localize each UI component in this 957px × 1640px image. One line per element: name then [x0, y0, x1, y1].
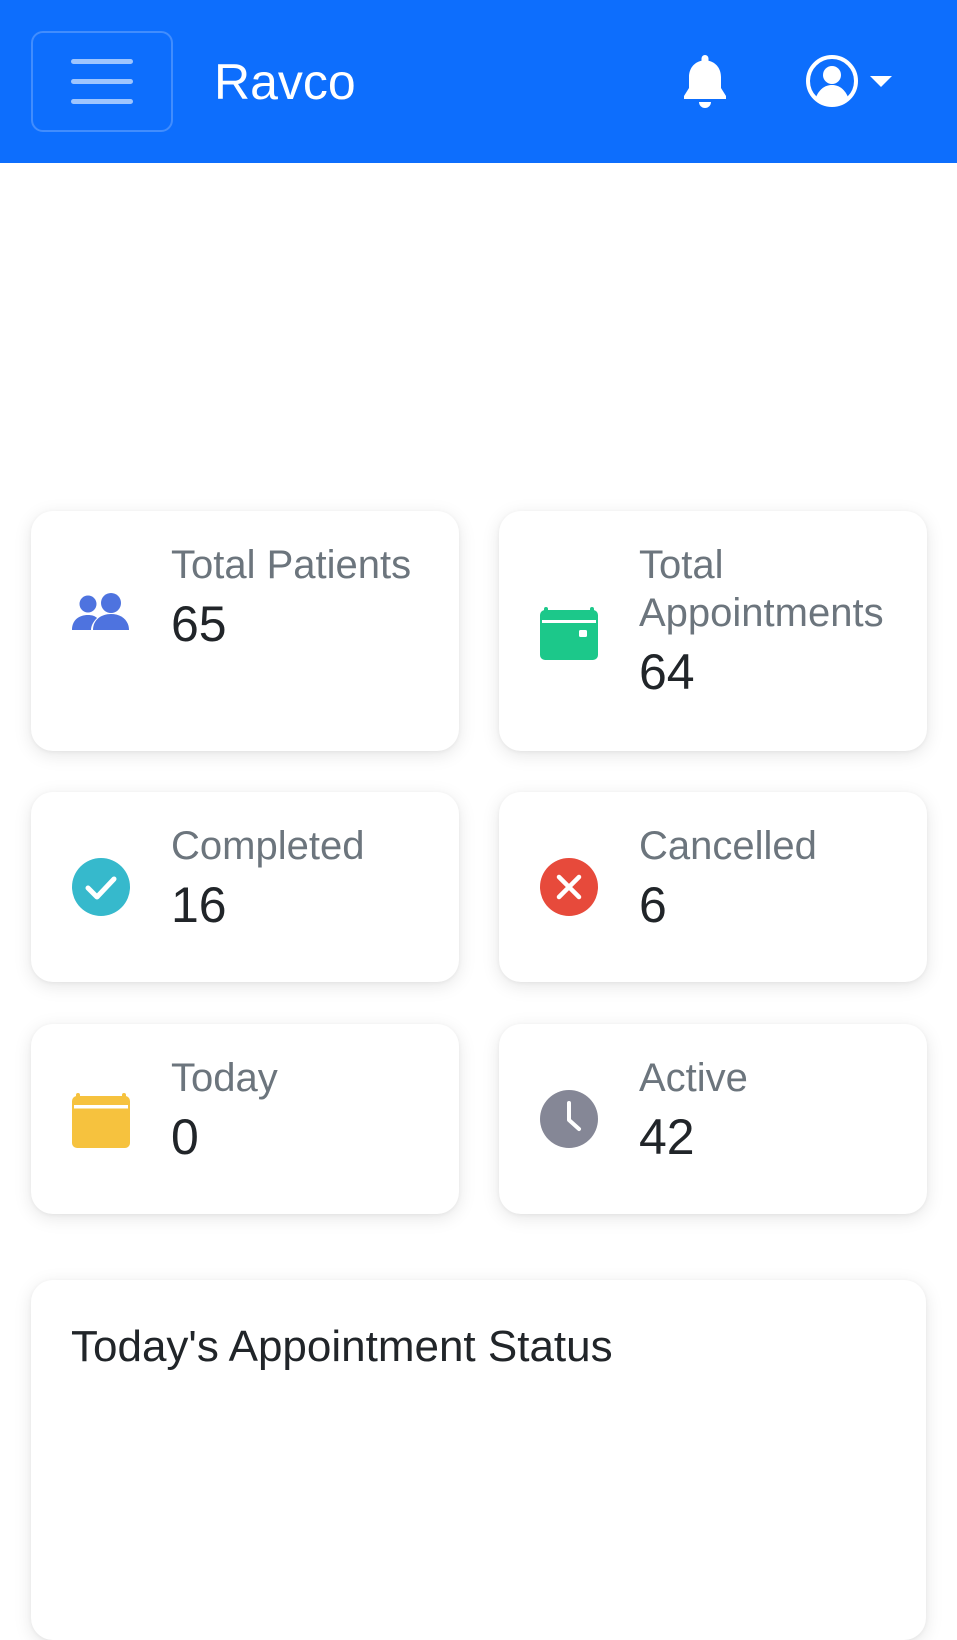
notifications-button[interactable] [680, 52, 730, 110]
stat-label: Active [639, 1056, 748, 1100]
stat-label: Total Appointments [639, 543, 884, 635]
stat-value: 0 [171, 1109, 199, 1165]
stat-value: 64 [639, 644, 695, 700]
hamburger-bar [71, 79, 133, 84]
stat-card-total-appointments[interactable]: Total Appointments 64 [499, 511, 927, 751]
stat-card-total-patients[interactable]: Total Patients 65 [31, 511, 459, 751]
section-title: Today's Appointment Status [71, 1322, 613, 1371]
calendar-icon [540, 607, 598, 660]
menu-toggle-button[interactable] [31, 31, 173, 132]
hamburger-menu-icon [71, 59, 133, 64]
appointment-status-card: Today's Appointment Status [31, 1280, 926, 1640]
stat-label: Today [171, 1056, 278, 1100]
caret-down-icon [870, 76, 892, 87]
stat-card-today[interactable]: Today 0 [31, 1024, 459, 1214]
stat-card-cancelled[interactable]: Cancelled 6 [499, 792, 927, 982]
user-circle-icon [806, 55, 858, 107]
bell-icon [684, 55, 726, 108]
stat-label: Total Patients [171, 543, 412, 587]
stat-value: 16 [171, 877, 227, 933]
check-circle-icon [72, 858, 130, 916]
users-icon [72, 593, 129, 630]
stat-label: Completed [171, 824, 365, 868]
clock-icon [540, 1090, 598, 1148]
stat-value: 6 [639, 877, 667, 933]
stat-card-active[interactable]: Active 42 [499, 1024, 927, 1214]
brand-title[interactable]: Ravco [214, 50, 356, 114]
calendar-day-icon [72, 1093, 130, 1148]
stat-value: 65 [171, 596, 227, 652]
hamburger-bar [71, 99, 133, 104]
stat-label: Cancelled [639, 824, 817, 868]
stat-value: 42 [639, 1109, 695, 1165]
times-circle-icon [540, 858, 598, 916]
user-menu-dropdown[interactable] [804, 52, 894, 110]
top-navbar: Ravco [0, 0, 957, 163]
stat-card-completed[interactable]: Completed 16 [31, 792, 459, 982]
